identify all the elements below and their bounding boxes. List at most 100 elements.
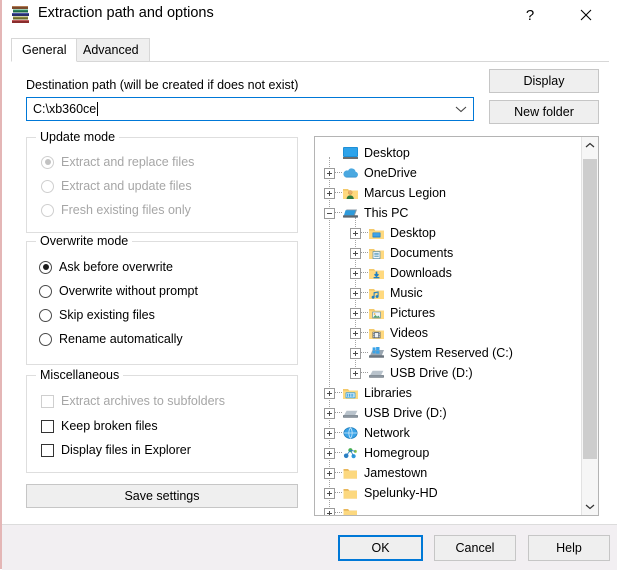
- tree-item[interactable]: USB Drive (D:): [315, 403, 447, 423]
- expand-icon[interactable]: [324, 507, 335, 515]
- radio-ask-before-overwrite[interactable]: Ask before overwrite: [39, 260, 173, 274]
- expand-icon[interactable]: [350, 227, 361, 239]
- tree-connector-dash: [335, 512, 342, 514]
- scrollbar-thumb[interactable]: [583, 159, 597, 459]
- new-folder-button[interactable]: New folder: [489, 100, 599, 124]
- folder-tree[interactable]: Desktop OneDrive Marcus Legion This PC Deskt…: [315, 137, 582, 515]
- help-button[interactable]: Help: [528, 535, 610, 561]
- tab-advanced[interactable]: Advanced: [72, 38, 150, 62]
- radio-rename-automatically[interactable]: Rename automatically: [39, 332, 183, 346]
- pictures-folder-icon: [368, 306, 385, 321]
- expand-icon[interactable]: [324, 187, 335, 199]
- tree-item[interactable]: OneDrive: [315, 163, 417, 183]
- usb-drive-icon: [368, 366, 385, 381]
- tree-item[interactable]: Spelunky-HD: [315, 483, 438, 503]
- title-help-button[interactable]: ?: [507, 0, 553, 30]
- option-label: Rename automatically: [59, 332, 183, 346]
- desktop-folder-icon: [368, 226, 385, 241]
- collapse-icon[interactable]: [324, 207, 335, 219]
- user-folder-icon: [342, 186, 359, 201]
- checkbox-indicator: [41, 419, 54, 433]
- tree-item-label: Documents: [390, 246, 454, 260]
- tree-item[interactable]: This PC: [315, 203, 408, 223]
- tree-connector-dash: [335, 172, 342, 174]
- tree-item-label: This PC: [364, 206, 409, 220]
- update-mode-title: Update mode: [36, 130, 120, 144]
- tree-connector-dash: [335, 392, 342, 394]
- expand-icon[interactable]: [350, 327, 361, 339]
- radio-indicator: [39, 260, 52, 274]
- destination-path-combobox[interactable]: C:\xb360ce: [26, 97, 474, 121]
- tree-item[interactable]: Desktop: [315, 143, 410, 163]
- tree-item-label: Pictures: [390, 306, 436, 320]
- expand-icon[interactable]: [350, 267, 361, 279]
- tree-item[interactable]: System Reserved (C:): [315, 343, 513, 363]
- option-label: Skip existing files: [59, 308, 155, 322]
- display-button[interactable]: Display: [489, 69, 599, 93]
- chevron-down-icon[interactable]: [455, 98, 467, 120]
- tree-item-label: Libraries: [364, 386, 412, 400]
- music-folder-icon: [368, 286, 385, 301]
- radio-skip-existing-files[interactable]: Skip existing files: [39, 308, 155, 322]
- tree-connector-dash: [361, 232, 368, 234]
- tree-item-label: Music: [390, 286, 423, 300]
- cancel-button[interactable]: Cancel: [434, 535, 516, 561]
- expand-icon[interactable]: [350, 247, 361, 259]
- option-label: Overwrite without prompt: [59, 284, 198, 298]
- expand-icon[interactable]: [350, 307, 361, 319]
- tree-item[interactable]: Network: [315, 423, 410, 443]
- option-label: Keep broken files: [61, 419, 158, 433]
- tree-item-label: OneDrive: [364, 166, 417, 180]
- tree-item[interactable]: Marcus Legion: [315, 183, 446, 203]
- expand-icon[interactable]: [350, 367, 361, 379]
- radio-indicator: [41, 155, 54, 169]
- tree-item[interactable]: [315, 503, 364, 515]
- checkbox-keep-broken-files[interactable]: Keep broken files: [41, 419, 158, 433]
- libraries-icon: [342, 386, 359, 401]
- tree-item[interactable]: Jamestown: [315, 463, 427, 483]
- expand-icon[interactable]: [350, 347, 361, 359]
- tree-item[interactable]: Documents: [315, 243, 453, 263]
- tree-connector-dash: [335, 452, 342, 454]
- tree-item-label: USB Drive (D:): [364, 406, 447, 420]
- tree-item[interactable]: Downloads: [315, 263, 452, 283]
- chevron-down-icon[interactable]: [582, 498, 598, 515]
- network-icon: [342, 426, 359, 441]
- radio-overwrite-without-prompt[interactable]: Overwrite without prompt: [39, 284, 198, 298]
- tree-item[interactable]: USB Drive (D:): [315, 363, 473, 383]
- tree-connector-dash: [335, 192, 342, 194]
- close-icon[interactable]: [563, 0, 609, 30]
- tree-item[interactable]: Pictures: [315, 303, 435, 323]
- option-label: Fresh existing files only: [61, 203, 191, 217]
- save-settings-button[interactable]: Save settings: [26, 484, 298, 508]
- window-title: Extraction path and options: [38, 5, 214, 21]
- expand-icon[interactable]: [324, 447, 335, 459]
- checkbox-indicator: [41, 394, 54, 408]
- tree-connector-dash: [335, 412, 342, 414]
- tree-connector-dash: [335, 472, 342, 474]
- tree-item[interactable]: Libraries: [315, 383, 412, 403]
- radio-indicator: [39, 332, 52, 346]
- tree-connector-dash: [335, 212, 342, 214]
- expand-icon[interactable]: [350, 287, 361, 299]
- tree-item[interactable]: Desktop: [315, 223, 436, 243]
- expand-icon[interactable]: [324, 427, 335, 439]
- tree-item[interactable]: Videos: [315, 323, 428, 343]
- checkbox-display-files-in-explorer[interactable]: Display files in Explorer: [41, 443, 191, 457]
- expand-icon[interactable]: [324, 167, 335, 179]
- expand-icon[interactable]: [324, 387, 335, 399]
- expand-icon[interactable]: [324, 467, 335, 479]
- winrar-books-icon: [10, 4, 32, 25]
- tree-item[interactable]: Homegroup: [315, 443, 429, 463]
- tree-item[interactable]: Music: [315, 283, 423, 303]
- destination-path-label: Destination path (will be created if doe…: [26, 78, 299, 92]
- chevron-up-icon[interactable]: [582, 137, 598, 154]
- monitor-icon: [342, 146, 359, 161]
- tree-connector-dash: [361, 332, 368, 334]
- expand-icon[interactable]: [324, 407, 335, 419]
- expand-icon[interactable]: [324, 487, 335, 499]
- folder-icon: [342, 506, 359, 515]
- tree-scrollbar[interactable]: [581, 137, 598, 515]
- ok-button[interactable]: OK: [338, 535, 423, 561]
- tab-general[interactable]: General: [11, 38, 78, 62]
